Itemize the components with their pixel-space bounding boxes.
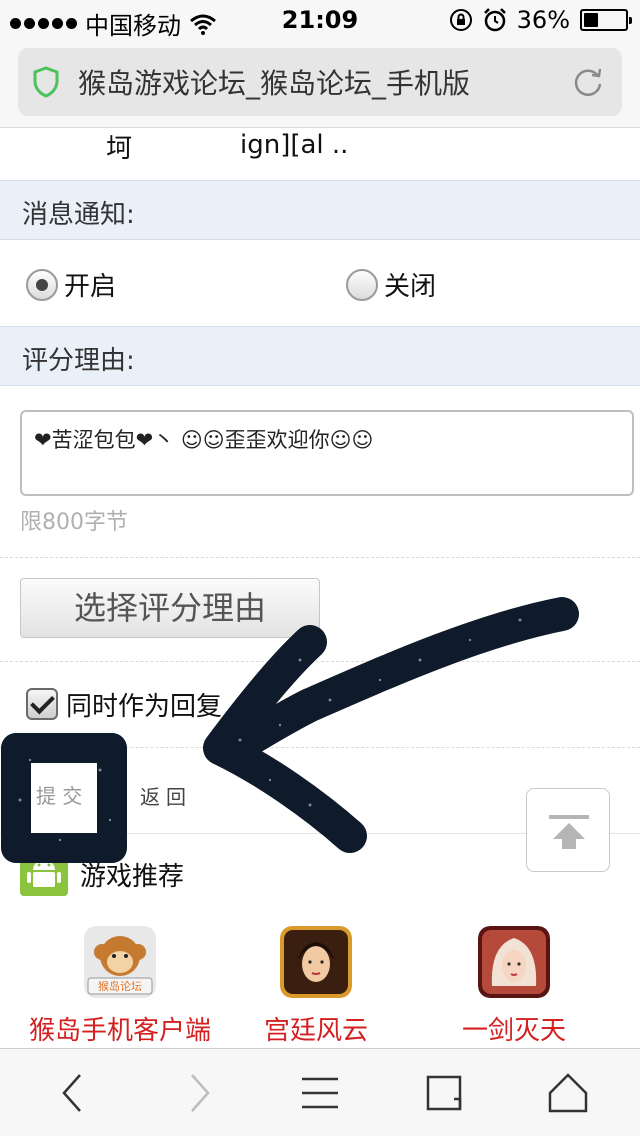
game-recommend-title: 游戏推荐 (80, 862, 185, 892)
reason-input-block: ❤苦涩包包❤丶 ☺☺歪歪欢迎你☺☺ 限800字节 (0, 386, 640, 558)
tabs-icon[interactable] (414, 1063, 474, 1123)
radio-selected-icon (26, 268, 58, 301)
menu-icon[interactable] (290, 1063, 350, 1123)
battery-icon (580, 9, 632, 31)
rotation-lock-icon (449, 9, 472, 31)
alarm-icon (483, 8, 506, 32)
shield-icon (33, 66, 59, 98)
back-link[interactable]: 返回 (140, 781, 192, 810)
reason-textarea[interactable]: ❤苦涩包包❤丶 ☺☺歪歪欢迎你☺☺ (20, 410, 634, 496)
status-right: 36% (449, 6, 632, 34)
home-icon[interactable] (538, 1063, 598, 1123)
monkey-logo-icon: 猴岛论坛 (84, 926, 156, 998)
notify-off-label: 关闭 (384, 272, 437, 302)
page-content: 坷 ign][al .. 消息通知: 开启 关闭 评分理由: ❤苦涩包包❤丶 ☺… (0, 128, 640, 1058)
browser-address-area: 猴岛游戏论坛_猴岛论坛_手机版 (0, 40, 640, 128)
browser-toolbar (0, 1048, 640, 1136)
page-title: 猴岛游戏论坛_猴岛论坛_手机版 (78, 67, 471, 100)
arrow-up-icon (549, 815, 589, 849)
back-to-top-button[interactable] (526, 788, 610, 872)
game-item-palace[interactable]: 宫廷风云 (206, 926, 426, 1047)
reply-checkbox-label: 同时作为回复 (66, 692, 223, 722)
notify-off-radio[interactable]: 关闭 (346, 266, 436, 303)
reason-select-block: 选择评分理由 (0, 558, 640, 662)
monkey-logo-text: 猴岛论坛 (98, 979, 142, 993)
status-bar: 中国移动 21:09 36% (0, 0, 640, 40)
address-bar[interactable]: 猴岛游戏论坛_猴岛论坛_手机版 (18, 48, 622, 116)
reload-icon[interactable] (570, 64, 606, 100)
game-name: 一剑灭天 (461, 1016, 566, 1046)
notify-on-radio[interactable]: 开启 (26, 266, 116, 303)
palace-portrait-icon (280, 926, 352, 998)
battery-percent: 36% (516, 6, 570, 34)
game-item-sword[interactable]: 一剑灭天 (404, 926, 624, 1047)
notify-on-label: 开启 (64, 272, 117, 302)
notify-options: 开启 关闭 (0, 240, 640, 326)
submit-button[interactable]: 提 交 (36, 780, 82, 809)
notify-section-header: 消息通知: (0, 180, 640, 240)
android-icon (20, 848, 68, 896)
select-reason-button[interactable]: 选择评分理由 (20, 578, 320, 638)
forward-icon[interactable] (168, 1063, 228, 1123)
game-list: 猴岛论坛 猴岛手机客户端 宫廷风云 一剑灭天 (0, 926, 640, 1058)
reason-section-header: 评分理由: (0, 326, 640, 386)
game-item-monkey[interactable]: 猴岛论坛 猴岛手机客户端 (10, 926, 230, 1047)
truncated-text-right: ign][al .. (240, 130, 349, 160)
game-name: 宫廷风云 (263, 1016, 368, 1046)
previous-content-row: 坷 ign][al .. (0, 128, 640, 180)
reply-option-row: 同时作为回复 (0, 662, 640, 748)
swordsman-portrait-icon (478, 926, 550, 998)
reason-limit-hint: 限800字节 (20, 510, 128, 535)
truncated-text-left: 坷 (106, 134, 133, 164)
back-icon[interactable] (44, 1063, 104, 1123)
game-name: 猴岛手机客户端 (28, 1016, 211, 1046)
reply-checkbox[interactable] (26, 688, 58, 720)
radio-unselected-icon (346, 268, 378, 301)
